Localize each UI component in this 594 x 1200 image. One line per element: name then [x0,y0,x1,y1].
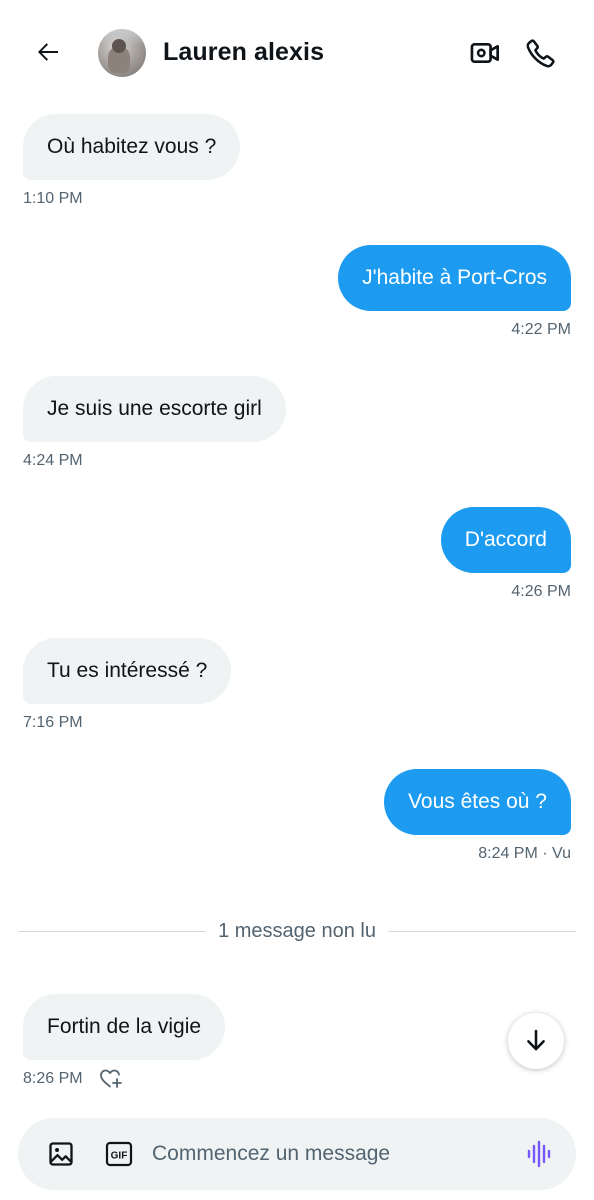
phone-icon [526,39,555,68]
divider-line [18,930,207,932]
message-bubble-incoming[interactable]: Fortin de la vigie [23,994,226,1060]
message-timestamp: 8:26 PM [23,1070,83,1087]
gif-icon: GIF [105,1141,133,1167]
divider-line [387,930,577,932]
avatar[interactable] [98,29,146,77]
message-timestamp: 1:10 PM [23,190,83,207]
arrow-left-icon [38,43,58,61]
message-bubble-incoming[interactable]: Tu es intéressé ? [23,638,232,704]
video-call-button[interactable] [466,34,504,72]
message-timestamp: 4:26 PM [511,583,571,600]
message-timestamp: 8:24 PM · Vu [478,845,571,862]
message-bubble-outgoing[interactable]: D'accord [440,507,571,573]
heart-plus-icon [100,1069,122,1088]
contact-name[interactable]: Lauren alexis [163,38,324,67]
message-bubble-outgoing[interactable]: Vous êtes où ? [384,769,571,835]
react-button[interactable] [98,1066,124,1090]
message-timestamp: 4:24 PM [23,452,83,469]
voice-message-button[interactable] [524,1139,554,1169]
arrow-down-icon [527,1029,545,1051]
gif-label: GIF [111,1151,128,1162]
message-input[interactable] [152,1134,512,1174]
unread-divider: 1 message non lu [18,916,577,946]
video-camera-icon [470,43,499,63]
message-timestamp: 4:22 PM [511,321,571,338]
message-bubble-incoming[interactable]: Où habitez vous ? [23,114,241,180]
audio-call-button[interactable] [522,34,560,72]
voice-waveform-icon [527,1140,551,1168]
scroll-to-bottom-button[interactable] [508,1013,564,1069]
image-icon [49,1142,73,1166]
gif-button[interactable]: GIF [104,1140,134,1168]
conversation-header: Lauren alexis [0,0,594,100]
message-bubble-outgoing[interactable]: J'habite à Port-Cros [338,245,571,311]
unread-label: 1 message non lu [218,919,376,942]
message-bubble-incoming[interactable]: Je suis une escorte girl [23,376,286,442]
message-timestamp: 7:16 PM [23,714,83,731]
message-composer: GIF [18,1118,576,1190]
add-media-button[interactable] [46,1139,76,1169]
back-button[interactable] [28,32,68,72]
